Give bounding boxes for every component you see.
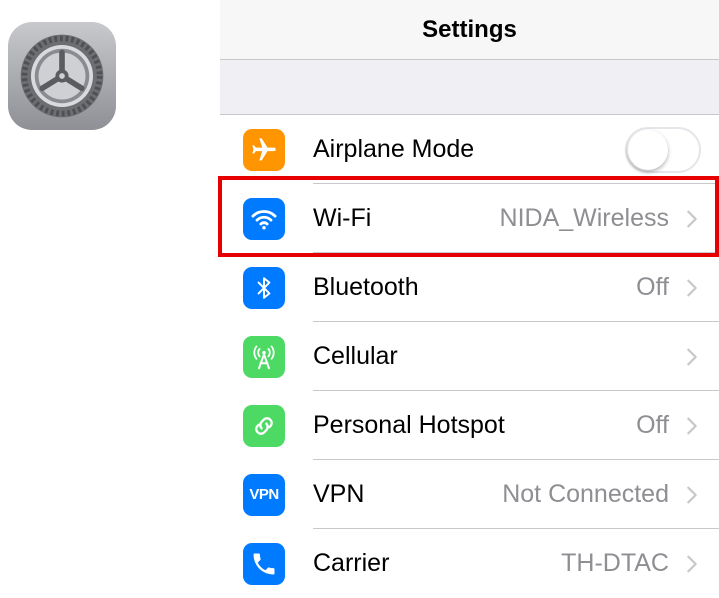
airplane-mode-toggle[interactable] <box>625 126 701 173</box>
row-carrier[interactable]: Carrier TH-DTAC <box>220 529 719 598</box>
row-label: Wi-Fi <box>313 204 372 232</box>
row-label: Airplane Mode <box>313 135 475 163</box>
row-label: Personal Hotspot <box>313 411 505 439</box>
row-personal-hotspot[interactable]: Personal Hotspot Off <box>220 391 719 460</box>
wifi-icon <box>243 197 285 240</box>
airplane-icon <box>243 128 285 171</box>
chevron-right-icon <box>687 348 697 365</box>
chevron-right-icon <box>687 279 697 296</box>
chevron-right-icon <box>687 555 697 572</box>
toggle-knob <box>628 129 668 170</box>
row-airplane-mode: Airplane Mode <box>220 115 719 184</box>
row-label: Bluetooth <box>313 273 419 301</box>
row-label: Cellular <box>313 342 398 370</box>
row-label: VPN <box>313 480 365 508</box>
settings-app-icon <box>8 22 116 130</box>
phone-icon <box>243 542 285 585</box>
row-label: Carrier <box>313 549 390 577</box>
settings-list: Airplane Mode Wi-Fi NIDA_Wireless Blueto… <box>220 114 719 598</box>
hotspot-chain-icon <box>243 404 285 447</box>
row-detail: TH-DTAC <box>561 549 669 577</box>
row-detail: NIDA_Wireless <box>499 204 669 232</box>
chevron-right-icon <box>687 210 697 227</box>
row-detail: Not Connected <box>502 480 669 508</box>
chevron-right-icon <box>687 486 697 503</box>
navigation-bar: Settings <box>220 0 719 60</box>
cellular-antenna-icon <box>243 335 285 378</box>
settings-gear-icon <box>20 34 104 118</box>
row-detail: Off <box>636 411 669 439</box>
chevron-right-icon <box>687 417 697 434</box>
bluetooth-icon <box>243 266 285 309</box>
page-title: Settings <box>422 15 517 43</box>
row-bluetooth[interactable]: Bluetooth Off <box>220 253 719 322</box>
settings-panel: Settings Airplane Mode Wi-Fi NIDA_Wirele… <box>220 0 719 598</box>
row-wifi[interactable]: Wi-Fi NIDA_Wireless <box>220 184 719 253</box>
vpn-icon: VPN <box>243 473 285 516</box>
row-cellular[interactable]: Cellular <box>220 322 719 391</box>
row-detail: Off <box>636 273 669 301</box>
vpn-icon-text: VPN <box>249 486 279 503</box>
row-vpn[interactable]: VPN VPN Not Connected <box>220 460 719 529</box>
